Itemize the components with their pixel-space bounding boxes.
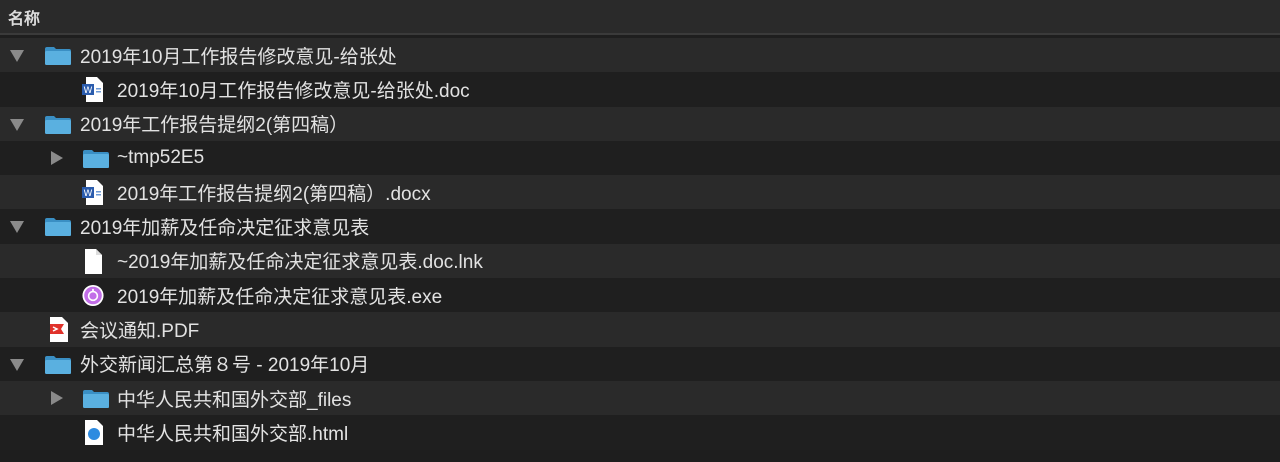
disclosure-triangle-collapsed-icon[interactable] [51,150,63,165]
svg-text:W: W [84,86,93,96]
file-row[interactable]: 2019年加薪及任命决定征求意见表.exe [0,278,1280,313]
pdf-document-icon [50,317,68,343]
folder-icon [45,218,71,237]
item-name: 2019年工作报告提纲2(第四稿）.docx [117,183,431,205]
disclosure-triangle-expanded-icon[interactable] [10,118,24,131]
disclosure-triangle-expanded-icon[interactable] [10,50,24,62]
item-name: 2019年加薪及任命决定征求意见表 [80,218,370,240]
blank-document-icon [85,248,102,274]
disclosure-triangle-expanded-icon[interactable] [10,358,24,371]
folder-icon [83,389,109,408]
item-name: ~2019年加薪及任命决定征求意见表.doc.lnk [117,252,483,274]
file-list: 2019年10月工作报告修改意见-给张处 W 2019年10月工作报告修改意见-给张… [0,38,1280,450]
executable-icon [82,285,104,307]
folder-row[interactable]: 2019年加薪及任命决定征求意见表 [0,209,1280,244]
folder-row[interactable]: ~tmp52E5 [0,140,1280,176]
disclosure-triangle-collapsed-icon[interactable] [51,390,63,405]
file-row[interactable]: 会议通知.PDF [0,312,1280,347]
folder-row[interactable]: 中华人民共和国外交部_files [0,380,1280,416]
file-row[interactable]: W 2019年工作报告提纲2(第四稿）.docx [0,175,1280,210]
name-column-label: 名称 [8,10,41,28]
word-document-icon: W [82,180,103,206]
word-document-icon: W [82,77,103,103]
item-name: 2019年10月工作报告修改意见-给张处.doc [117,80,470,102]
folder-icon [45,47,71,65]
item-name: 中华人民共和国外交部.html [117,423,349,445]
html-document-icon [85,420,103,446]
file-row[interactable]: W 2019年10月工作报告修改意见-给张处.doc [0,72,1280,107]
item-name: 2019年工作报告提纲2(第四稿） [80,115,349,137]
folder-row[interactable]: 2019年10月工作报告修改意见-给张处 [0,38,1280,73]
item-name: 会议通知.PDF [80,321,200,343]
item-name: 中华人民共和国外交部_files [117,389,352,411]
svg-text:W: W [84,189,93,199]
item-name: 外交新闻汇总第８号 - 2019年10月 [80,355,370,377]
item-name: 2019年10月工作报告修改意见-给张处 [80,46,397,68]
folder-icon [45,355,71,374]
folder-row[interactable]: 2019年工作报告提纲2(第四稿） [0,106,1280,141]
column-header-name[interactable]: 名称 [0,0,1280,35]
item-name: 2019年加薪及任命决定征求意见表.exe [117,286,443,308]
folder-icon [83,149,109,168]
folder-icon [45,115,71,134]
item-name: ~tmp52E5 [117,147,205,169]
folder-row[interactable]: 外交新闻汇总第８号 - 2019年10月 [0,346,1280,381]
file-row[interactable]: 中华人民共和国外交部.html [0,415,1280,450]
disclosure-triangle-expanded-icon[interactable] [10,221,24,234]
file-row[interactable]: ~2019年加薪及任命决定征求意见表.doc.lnk [0,243,1280,279]
